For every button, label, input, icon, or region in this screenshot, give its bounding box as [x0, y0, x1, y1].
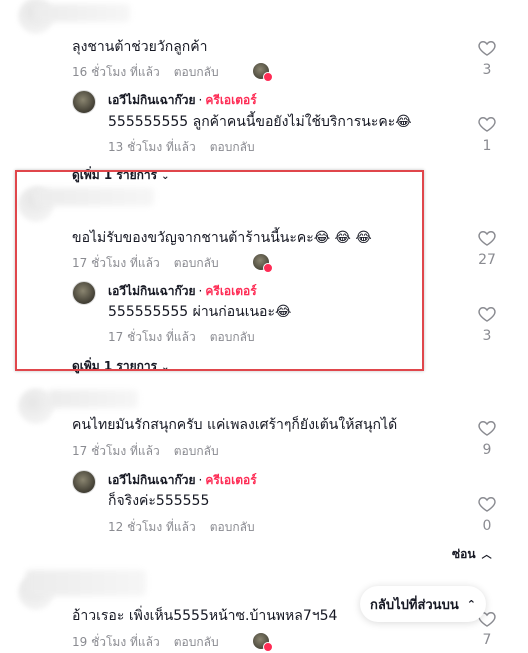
- creator-liked-avatar: [253, 63, 273, 82]
- like-count: 9: [482, 442, 492, 458]
- reply-button[interactable]: ตอบกลับ: [174, 256, 219, 270]
- heart-outline-icon: [478, 231, 496, 246]
- comment-meta: 17 ชั่วโมง ที่แล้ว ตอบกลับ: [72, 255, 219, 271]
- like-count: 7: [482, 632, 492, 648]
- reply-author[interactable]: เอวีไม่กินเฉาก๊วย · ครีเอเตอร์: [108, 283, 257, 299]
- heart-outline-icon: [478, 497, 496, 512]
- back-to-top-button[interactable]: กลับไปที่ส่วนบน ⌃: [360, 586, 486, 622]
- heart-outline-icon: [478, 307, 496, 322]
- reply-button[interactable]: ตอบกลับ: [210, 520, 255, 534]
- reply-avatar[interactable]: [72, 90, 96, 114]
- comment-text: อ้าวเรอะ เพิ่งเห็น5555หน้าซ.บ้านพหล7ฯ54: [72, 608, 338, 624]
- double-chevron-up-icon: ⌃: [466, 597, 476, 611]
- reply-author-name[interactable]: เอวีไม่กินเฉาก๊วย: [108, 473, 196, 487]
- comment-meta: 17 ชั่วโมง ที่แล้ว ตอบกลับ: [72, 443, 219, 459]
- comment-text: ขอไม่รับของขวัญจากชานต้าร้านนี้นะคะ😂 😂 😂: [72, 230, 372, 246]
- back-to-top-label[interactable]: กลับไปที่ส่วนบน: [370, 594, 459, 615]
- reply-time: 12 ชั่วโมง ที่แล้ว: [108, 520, 196, 534]
- reply-meta: 12 ชั่วโมง ที่แล้ว ตอบกลับ: [108, 519, 255, 535]
- creator-badge: ครีเอเตอร์: [205, 93, 257, 107]
- chevron-down-icon: ⌄: [161, 362, 170, 373]
- creator-liked-avatar: [253, 254, 273, 273]
- comment-time: 16 ชั่วโมง ที่แล้ว: [72, 65, 160, 79]
- reply-button[interactable]: ตอบกลับ: [174, 635, 219, 649]
- reply-author[interactable]: เอวีไม่กินเฉาก๊วย · ครีเอเตอร์: [108, 472, 257, 488]
- reply-text: 555555555 ลูกค้าคนนี้ขอยังไม่ใช้บริการนะ…: [108, 114, 412, 130]
- reply-time: 13 ชั่วโมง ที่แล้ว: [108, 140, 196, 154]
- comment-text: ลุงชานต้าช่วยวักลูกค้า: [72, 39, 208, 55]
- comment-time: 19 ชั่วโมง ที่แล้ว: [72, 635, 160, 649]
- commenter-name[interactable]: [48, 390, 138, 408]
- like-button[interactable]: 9: [472, 418, 502, 459]
- creator-liked-avatar: [253, 633, 273, 652]
- heart-outline-icon: [478, 421, 496, 436]
- reply-text: ก็จริงค่ะ555555: [108, 493, 210, 509]
- chevron-up-icon: ︿: [481, 550, 492, 561]
- reply-author[interactable]: เอวีไม่กินเฉาก๊วย · ครีเอเตอร์: [108, 92, 257, 108]
- reply-button[interactable]: ตอบกลับ: [174, 65, 219, 79]
- reply-author-name[interactable]: เอวีไม่กินเฉาก๊วย: [108, 93, 196, 107]
- reply-time: 17 ชั่วโมง ที่แล้ว: [108, 330, 196, 344]
- separator-dot: ·: [198, 93, 203, 107]
- reply-author-name[interactable]: เอวีไม่กินเฉาก๊วย: [108, 284, 196, 298]
- reply-button[interactable]: ตอบกลับ: [210, 330, 255, 344]
- commenter-name[interactable]: [34, 4, 130, 22]
- hide-replies-button[interactable]: ซ่อน ︿: [452, 546, 492, 564]
- view-more-label[interactable]: ดูเพิ่ม 1 รายการ: [72, 168, 157, 182]
- like-button[interactable]: 1: [472, 114, 502, 155]
- like-count: 0: [482, 518, 492, 534]
- reply-meta: 17 ชั่วโมง ที่แล้ว ตอบกลับ: [108, 329, 255, 345]
- heart-outline-icon: [478, 117, 496, 132]
- hide-label[interactable]: ซ่อน: [452, 547, 476, 561]
- like-count: 1: [482, 138, 492, 154]
- separator-dot: ·: [198, 284, 203, 298]
- like-button[interactable]: 27: [472, 228, 502, 269]
- reply-avatar[interactable]: [72, 470, 96, 494]
- reply-text: 555555555 ผ่านก่อนเนอะ😂: [108, 304, 292, 320]
- view-more-replies[interactable]: ดูเพิ่ม 1 รายการ ⌄: [72, 358, 169, 376]
- view-more-label[interactable]: ดูเพิ่ม 1 รายการ: [72, 359, 157, 373]
- view-more-replies[interactable]: ดูเพิ่ม 1 รายการ ⌄: [72, 167, 169, 185]
- like-button[interactable]: 3: [472, 38, 502, 79]
- like-button[interactable]: 0: [472, 494, 502, 535]
- creator-badge: ครีเอเตอร์: [205, 473, 257, 487]
- comment-time: 17 ชั่วโมง ที่แล้ว: [72, 444, 160, 458]
- like-count: 27: [478, 252, 496, 268]
- reply-button[interactable]: ตอบกลับ: [174, 444, 219, 458]
- like-count: 3: [482, 62, 492, 78]
- comment-time: 17 ชั่วโมง ที่แล้ว: [72, 256, 160, 270]
- reply-avatar[interactable]: [72, 281, 96, 305]
- separator-dot: ·: [198, 473, 203, 487]
- creator-badge: ครีเอเตอร์: [205, 284, 257, 298]
- comment-text: คนไทยมันรักสนุกครับ แค่เพลงเศร้าๆก็ยังเต…: [72, 417, 398, 433]
- comment-meta: 16 ชั่วโมง ที่แล้ว ตอบกลับ: [72, 64, 219, 80]
- commenter-name[interactable]: [34, 188, 154, 206]
- reply-button[interactable]: ตอบกลับ: [210, 140, 255, 154]
- like-count: 3: [482, 328, 492, 344]
- chevron-down-icon: ⌄: [161, 171, 170, 182]
- comment-meta: 19 ชั่วโมง ที่แล้ว ตอบกลับ: [72, 634, 219, 650]
- commenter-name[interactable]: [26, 570, 146, 596]
- reply-meta: 13 ชั่วโมง ที่แล้ว ตอบกลับ: [108, 139, 255, 155]
- like-button[interactable]: 3: [472, 304, 502, 345]
- heart-outline-icon: [478, 41, 496, 56]
